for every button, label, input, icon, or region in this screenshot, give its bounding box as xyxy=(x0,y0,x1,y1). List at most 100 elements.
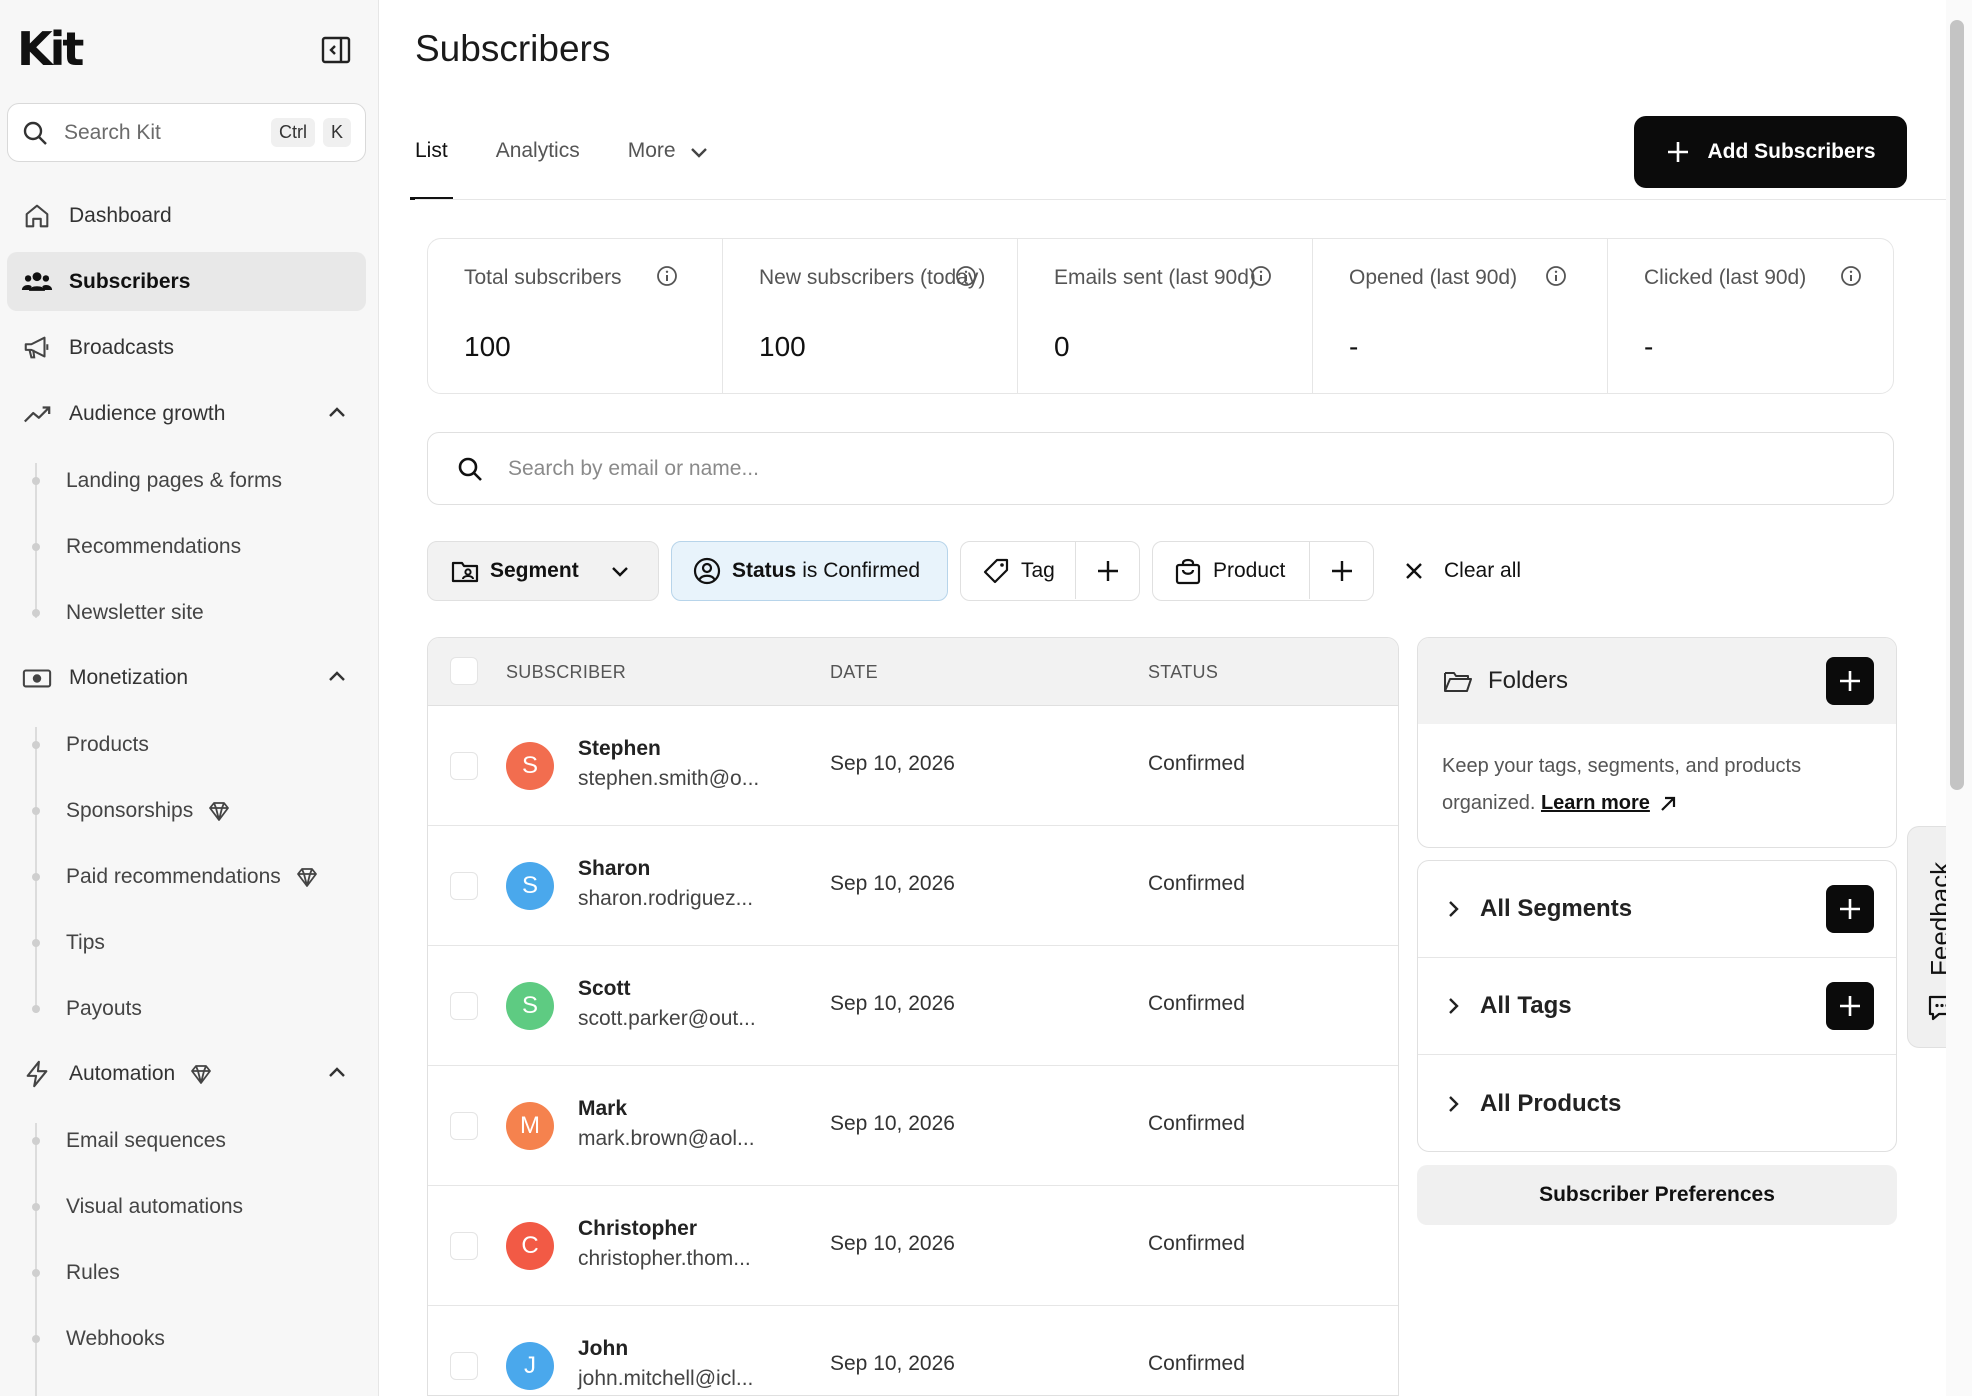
table-row[interactable]: S Scott scott.parker@out... Sep 10, 2026 Con… xyxy=(428,946,1398,1066)
sidebar-item-email-sequences[interactable]: Email sequences xyxy=(66,1126,226,1156)
add-tag-filter-button[interactable] xyxy=(1075,542,1139,599)
sidebar-item-label: Audience growth xyxy=(69,401,226,425)
table-row[interactable]: C Christopher christopher.thom... Sep 10, 2… xyxy=(428,1186,1398,1306)
subscriber-preferences-button[interactable]: Subscriber Preferences xyxy=(1417,1165,1897,1225)
subscriber-name[interactable]: Scott xyxy=(578,977,631,1001)
status-filter-chip[interactable]: Status is Confirmed xyxy=(671,541,948,601)
table-row[interactable]: J John john.mitchell@icl... Sep 10, 2026 Con… xyxy=(428,1306,1398,1395)
users-icon xyxy=(21,266,53,298)
column-header-status[interactable]: STATUS xyxy=(1148,662,1218,683)
subscriber-date: Sep 10, 2026 xyxy=(830,872,955,895)
subscriber-name[interactable]: Mark xyxy=(578,1097,627,1121)
chevron-right-icon xyxy=(1449,1095,1459,1112)
sidebar-item-webhooks[interactable]: Webhooks xyxy=(66,1324,165,1354)
sidebar-item-subscribers[interactable]: Subscribers xyxy=(7,252,366,311)
info-icon[interactable] xyxy=(1840,265,1862,287)
table-row[interactable]: M Mark mark.brown@aol... Sep 10, 2026 Confir… xyxy=(428,1066,1398,1186)
collapse-sidebar-icon[interactable] xyxy=(318,34,354,66)
scrollbar-thumb[interactable] xyxy=(1950,20,1964,790)
sidebar-item-dashboard[interactable]: Dashboard xyxy=(7,186,366,245)
sidebar-item-audience-growth[interactable]: Audience growth xyxy=(7,384,366,443)
subscriber-email: christopher.thom... xyxy=(578,1247,751,1270)
tree-dot xyxy=(32,741,40,749)
subscriber-email: scott.parker@out... xyxy=(578,1007,756,1030)
chevron-up-icon[interactable] xyxy=(326,402,348,424)
chevron-up-icon[interactable] xyxy=(326,1062,348,1084)
clear-all-filters-button[interactable]: Clear all xyxy=(1402,541,1521,601)
sidebar-item-rules[interactable]: Rules xyxy=(66,1258,120,1288)
diamond-icon xyxy=(296,868,317,887)
sidebar-item-monetization[interactable]: Monetization xyxy=(7,648,366,707)
tab-analytics[interactable]: Analytics xyxy=(496,120,580,200)
info-icon[interactable] xyxy=(955,265,977,287)
subscriber-name[interactable]: John xyxy=(578,1337,628,1361)
tree-dot xyxy=(32,873,40,881)
subscriber-name[interactable]: Christopher xyxy=(578,1217,697,1241)
tree-dot xyxy=(32,609,40,617)
sidebar-item-newsletter-site[interactable]: Newsletter site xyxy=(66,598,204,628)
kit-logo[interactable]: Kit xyxy=(17,26,84,72)
column-header-subscriber[interactable]: SUBSCRIBER xyxy=(506,662,626,683)
table-row[interactable]: S Stephen stephen.smith@o... Sep 10, 2026 Co… xyxy=(428,706,1398,826)
sidebar-item-sponsorships[interactable]: Sponsorships xyxy=(66,796,231,826)
info-icon[interactable] xyxy=(1545,265,1567,287)
arrow-up-right-icon[interactable] xyxy=(1658,794,1678,814)
sidebar-item-visual-automations[interactable]: Visual automations xyxy=(66,1192,243,1222)
sidebar-item-tips[interactable]: Tips xyxy=(66,928,105,958)
sidebar-item-paid-recommendations[interactable]: Paid recommendations xyxy=(66,862,319,892)
sidebar-item-payouts[interactable]: Payouts xyxy=(66,994,142,1024)
add-subscribers-button[interactable]: Add Subscribers xyxy=(1634,116,1907,188)
segment-filter-dropdown[interactable]: Segment xyxy=(427,541,659,601)
row-checkbox[interactable] xyxy=(450,872,478,900)
tab-list[interactable]: List xyxy=(410,120,453,200)
product-filter[interactable]: Product xyxy=(1152,541,1374,601)
plus-icon xyxy=(1097,560,1118,581)
learn-more-link[interactable]: Learn more xyxy=(1541,792,1650,814)
tree-dot xyxy=(32,1137,40,1145)
column-header-date[interactable]: DATE xyxy=(830,662,878,683)
row-checkbox[interactable] xyxy=(450,752,478,780)
all-tags-row[interactable]: All Tags xyxy=(1418,958,1896,1055)
info-icon[interactable] xyxy=(1250,265,1272,287)
all-products-row[interactable]: All Products xyxy=(1418,1055,1896,1152)
all-segments-row[interactable]: All Segments xyxy=(1418,861,1896,958)
stat-clicked: Clicked (last 90d) - xyxy=(1608,239,1902,393)
info-icon[interactable] xyxy=(656,265,678,287)
chevron-up-icon[interactable] xyxy=(326,666,348,688)
tab-more[interactable]: More xyxy=(628,120,710,200)
tag-filter[interactable]: Tag xyxy=(960,541,1140,601)
subscriber-name[interactable]: Stephen xyxy=(578,737,661,761)
subscriber-status: Confirmed xyxy=(1148,752,1245,775)
sidebar-item-broadcasts[interactable]: Broadcasts xyxy=(7,318,366,377)
sidebar-item-products[interactable]: Products xyxy=(66,730,149,760)
add-product-filter-button[interactable] xyxy=(1309,542,1373,599)
lightning-icon xyxy=(21,1058,53,1090)
row-checkbox[interactable] xyxy=(450,1112,478,1140)
subscriber-status: Confirmed xyxy=(1148,1352,1245,1375)
sidebar-item-automation[interactable]: Automation xyxy=(7,1044,366,1103)
tree-dot xyxy=(32,543,40,551)
sidebar-item-recommendations[interactable]: Recommendations xyxy=(66,532,241,562)
tag-icon xyxy=(983,558,1009,584)
trending-up-icon xyxy=(21,398,53,430)
user-circle-icon xyxy=(693,557,721,585)
subscriber-status: Confirmed xyxy=(1148,1112,1245,1135)
tree-line xyxy=(35,727,37,1013)
add-segment-button[interactable] xyxy=(1826,885,1874,933)
global-search-input[interactable]: Search Kit Ctrl K xyxy=(7,103,366,162)
add-subscribers-label: Add Subscribers xyxy=(1707,140,1876,163)
add-folder-button[interactable] xyxy=(1826,657,1874,705)
row-checkbox[interactable] xyxy=(450,1352,478,1380)
avatar: S xyxy=(506,862,554,910)
row-checkbox[interactable] xyxy=(450,992,478,1020)
select-all-checkbox[interactable] xyxy=(450,657,478,685)
add-tag-button[interactable] xyxy=(1826,982,1874,1030)
sidebar-item-landing-pages[interactable]: Landing pages & forms xyxy=(66,466,282,496)
sidebar-item-label: Subscribers xyxy=(69,269,191,293)
subscriber-email: mark.brown@aol... xyxy=(578,1127,755,1150)
subscriber-search-input[interactable]: Search by email or name... xyxy=(427,432,1894,505)
folder-user-icon xyxy=(451,561,479,583)
row-checkbox[interactable] xyxy=(450,1232,478,1260)
table-row[interactable]: S Sharon sharon.rodriguez... Sep 10, 2026 Co… xyxy=(428,826,1398,946)
subscriber-name[interactable]: Sharon xyxy=(578,857,650,881)
